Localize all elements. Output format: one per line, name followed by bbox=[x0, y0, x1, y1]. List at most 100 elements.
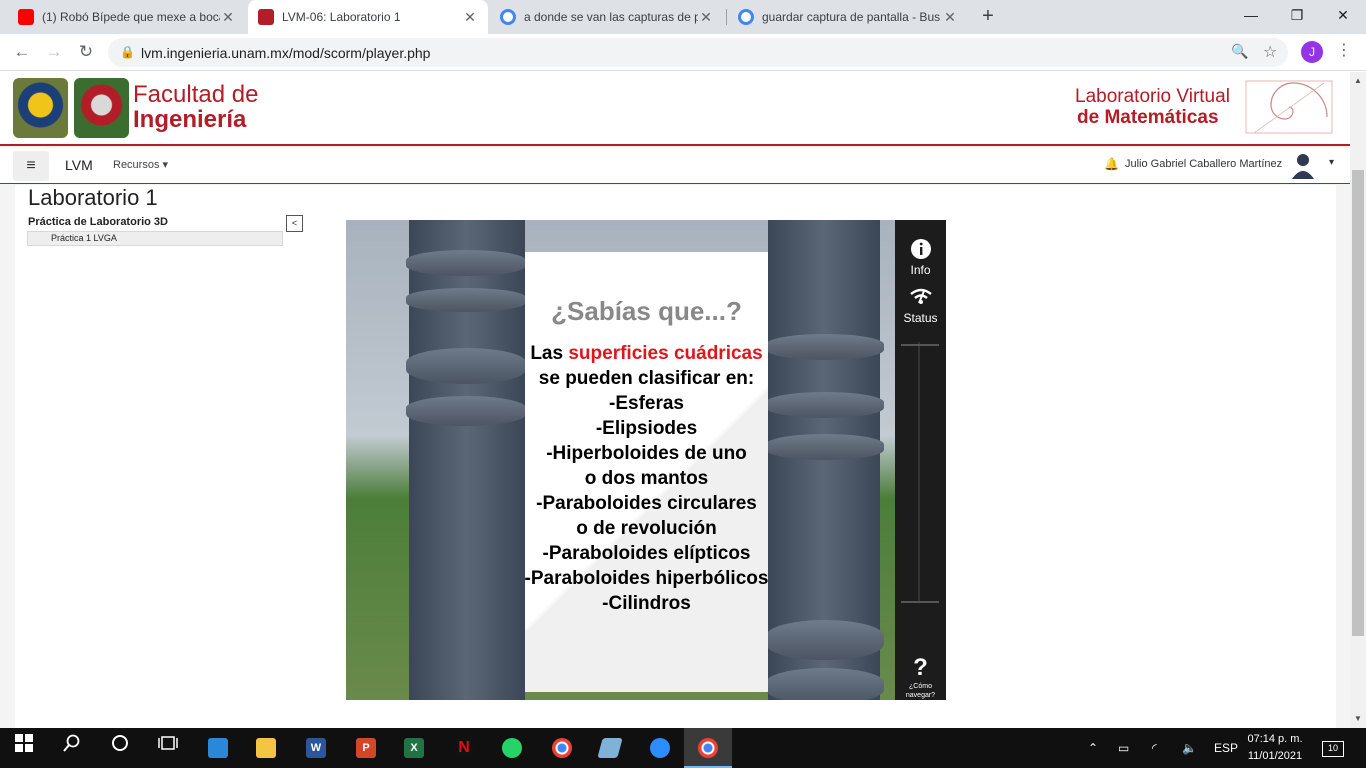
bookmark-star-icon[interactable]: ☆ bbox=[1263, 42, 1277, 62]
info-board: ¿Sabías que...? Las superficies cuádrica… bbox=[525, 252, 768, 692]
help-label[interactable]: ¿Cómo navegar? bbox=[895, 682, 946, 700]
player-slider-track[interactable] bbox=[918, 342, 920, 602]
disc bbox=[406, 288, 526, 312]
slider-tick bbox=[901, 601, 939, 603]
notifications-icon[interactable]: 10 bbox=[1322, 728, 1344, 768]
toc-item[interactable]: Práctica 1 LVGA bbox=[27, 231, 283, 246]
board-intro: Las superficies cuádricas bbox=[501, 343, 792, 365]
netflix-icon[interactable]: N bbox=[440, 728, 488, 768]
volume-icon[interactable]: 🔈 bbox=[1182, 728, 1197, 768]
close-window-button[interactable]: ✕ bbox=[1320, 0, 1366, 30]
board-line: o de revolución bbox=[576, 518, 717, 539]
notebook-app-icon[interactable] bbox=[586, 728, 634, 768]
board-line: -Paraboloides hiperbólicos bbox=[524, 568, 769, 589]
faculty-name-line2: Ingeniería bbox=[133, 106, 247, 133]
user-menu-chevron-icon[interactable]: ▾ bbox=[1329, 157, 1334, 168]
tab-title: a donde se van las capturas de p bbox=[524, 10, 698, 24]
tab-title: guardar captura de pantalla - Bus bbox=[762, 10, 941, 24]
board-line: -Elipsiodes bbox=[595, 418, 698, 439]
scroll-up-arrow-icon[interactable]: ▲ bbox=[1354, 76, 1362, 85]
new-tab-button[interactable]: + bbox=[976, 4, 1000, 28]
disc bbox=[406, 250, 526, 276]
user-name[interactable]: Julio Gabriel Caballero Martínez bbox=[1125, 158, 1282, 170]
faculty-name-line1: Facultad de bbox=[133, 81, 259, 108]
browser-tab-strip: (1) Robó Bípede que mexe a boca ✕ LVM-06… bbox=[0, 0, 1366, 34]
clock-time: 07:14 p. m. bbox=[1247, 733, 1303, 745]
whatsapp-icon[interactable] bbox=[488, 728, 536, 768]
help-icon[interactable]: ? bbox=[895, 654, 946, 682]
nav-home-link[interactable]: LVM bbox=[65, 157, 93, 173]
disc bbox=[766, 668, 884, 700]
system-clock[interactable]: 07:14 p. m. 11/01/2021 bbox=[1240, 731, 1310, 765]
info-icon[interactable] bbox=[895, 238, 946, 265]
unam-icon bbox=[258, 9, 274, 25]
restore-button[interactable]: ❐ bbox=[1274, 0, 1320, 30]
tab-google-search-2[interactable]: guardar captura de pantalla - Bus ✕ bbox=[728, 0, 968, 34]
notification-bell-icon[interactable]: 🔔 bbox=[1104, 157, 1119, 171]
toc-heading: Práctica de Laboratorio 3D bbox=[28, 216, 168, 228]
menu-toggle-button[interactable]: ≡ bbox=[13, 151, 49, 181]
unam-crest-logo bbox=[13, 78, 68, 138]
browser-menu-icon[interactable]: ⋮ bbox=[1336, 40, 1352, 60]
youtube-icon bbox=[18, 9, 34, 25]
minimize-button[interactable]: — bbox=[1228, 0, 1274, 30]
chrome-active-icon[interactable] bbox=[684, 728, 732, 768]
scroll-down-arrow-icon[interactable]: ▼ bbox=[1354, 714, 1362, 723]
excel-icon[interactable]: X bbox=[390, 728, 438, 768]
wifi-icon[interactable]: ◜ bbox=[1152, 728, 1157, 768]
zoom-icon[interactable]: 🔍 bbox=[1231, 43, 1248, 60]
info-label[interactable]: Info bbox=[895, 263, 946, 277]
tab-close-icon[interactable]: ✕ bbox=[220, 9, 236, 26]
board-line: se pueden clasificar en: bbox=[538, 368, 755, 389]
tab-lvm-laboratorio[interactable]: LVM-06: Laboratorio 1 ✕ bbox=[248, 0, 488, 34]
word-icon[interactable]: W bbox=[292, 728, 340, 768]
toc-collapse-button[interactable]: < bbox=[286, 215, 303, 232]
tab-title: LVM-06: Laboratorio 1 bbox=[282, 10, 401, 24]
nav-resources-dropdown[interactable]: Recursos ▾ bbox=[113, 158, 168, 171]
file-explorer-icon[interactable] bbox=[242, 728, 290, 768]
task-view-icon[interactable] bbox=[144, 728, 192, 768]
status-label[interactable]: Status bbox=[895, 311, 946, 325]
scorm-3d-player[interactable]: ¿Sabías que...? Las superficies cuádrica… bbox=[346, 220, 946, 700]
google-icon bbox=[738, 9, 754, 25]
zoom-app-icon[interactable] bbox=[636, 728, 684, 768]
search-icon[interactable] bbox=[48, 728, 96, 768]
tray-overflow-chevron-icon[interactable]: ⌃ bbox=[1088, 728, 1098, 768]
notification-count: 10 bbox=[1322, 740, 1344, 757]
lock-icon[interactable]: 🔒 bbox=[120, 45, 135, 59]
board-line: -Esferas bbox=[609, 393, 684, 414]
lab-name-line1: Laboratorio Virtual bbox=[1075, 86, 1230, 107]
tab-youtube[interactable]: (1) Robó Bípede que mexe a boca ✕ bbox=[8, 0, 246, 34]
reload-button[interactable]: ↻ bbox=[74, 40, 98, 64]
profile-avatar[interactable]: J bbox=[1301, 41, 1323, 63]
highlight-text: superficies cuádricas bbox=[568, 343, 763, 364]
scroll-thumb[interactable] bbox=[1352, 170, 1364, 636]
board-line: -Paraboloides elípticos bbox=[542, 543, 751, 564]
slider-tick bbox=[901, 344, 939, 346]
windows-taskbar: W P X N ⌃ ▭ ◜ 🔈 ESP 07:14 p. m. 11/01/20… bbox=[0, 728, 1366, 768]
site-header: Facultad de Ingeniería Laboratorio Virtu… bbox=[0, 72, 1350, 146]
forward-button[interactable]: → bbox=[42, 40, 66, 64]
board-line: -Cilindros bbox=[602, 593, 691, 614]
language-indicator[interactable]: ESP bbox=[1214, 728, 1238, 768]
tab-close-icon[interactable]: ✕ bbox=[942, 9, 958, 26]
user-avatar[interactable] bbox=[1291, 151, 1315, 179]
status-wifi-icon[interactable] bbox=[895, 288, 946, 309]
back-button[interactable]: ← bbox=[10, 40, 34, 64]
3d-scene[interactable]: ¿Sabías que...? Las superficies cuádrica… bbox=[346, 220, 896, 700]
cortana-icon[interactable] bbox=[96, 728, 144, 768]
tab-close-icon[interactable]: ✕ bbox=[462, 9, 478, 26]
address-bar[interactable]: 🔒 lvm.ingenieria.unam.mx/mod/scorm/playe… bbox=[108, 38, 1288, 67]
board-line: -Paraboloides circulares bbox=[536, 493, 757, 514]
store-icon[interactable] bbox=[194, 728, 242, 768]
page-title: Laboratorio 1 bbox=[28, 185, 158, 210]
page-scrollbar[interactable]: ▲ ▼ bbox=[1350, 72, 1366, 728]
board-line: o dos mantos bbox=[584, 468, 709, 489]
tab-google-search-1[interactable]: a donde se van las capturas de p ✕ bbox=[490, 0, 724, 34]
tab-close-icon[interactable]: ✕ bbox=[698, 9, 714, 26]
chrome-icon[interactable] bbox=[538, 728, 586, 768]
windows-start-icon[interactable] bbox=[0, 728, 48, 768]
powerpoint-icon[interactable]: P bbox=[342, 728, 390, 768]
url-text[interactable]: lvm.ingenieria.unam.mx/mod/scorm/player.… bbox=[141, 45, 430, 61]
battery-icon[interactable]: ▭ bbox=[1118, 728, 1129, 768]
